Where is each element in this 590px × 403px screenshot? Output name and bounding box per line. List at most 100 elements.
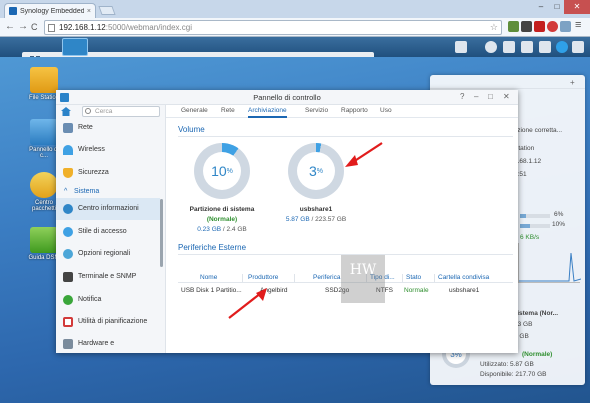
volume-usage-donut: 3%: [288, 143, 344, 199]
desktop-icon-label: Centro pacchetti: [31, 200, 56, 212]
forward-button[interactable]: →: [18, 22, 28, 32]
sidebar-item-sicurezza[interactable]: Sicurezza: [56, 162, 160, 184]
column-divider: [242, 274, 243, 282]
browser-tab[interactable]: Synology Embedded Data ×: [4, 3, 96, 18]
sidebar-item-opzioni-regionali[interactable]: Opzioni regionali: [56, 243, 160, 265]
column-header-cartella[interactable]: Cartella condivisa: [438, 274, 489, 281]
sidebar-item-notifica[interactable]: Notifica: [56, 289, 160, 311]
reload-button[interactable]: C: [31, 22, 38, 32]
tab-rete[interactable]: Rete: [221, 105, 235, 118]
info-icon[interactable]: [556, 41, 568, 53]
sidebar: Cerca Rete Wireless Sicurezza ^ Sistema …: [56, 105, 166, 353]
sidebar-item-label: Stile di accesso: [78, 228, 127, 235]
palette-icon: [63, 227, 73, 237]
widget-text: Utilizzato: 5.87 GB: [480, 361, 534, 368]
wifi-icon: [63, 145, 73, 155]
browser-toolbar: ← → C 192.168.1.12:5000/webman/index.cgi…: [0, 18, 590, 37]
tab-archiviazione[interactable]: Archiviazione: [248, 105, 287, 118]
sidebar-item-rete[interactable]: Rete: [56, 117, 160, 139]
sidebar-item-hardware[interactable]: Hardware e: [56, 333, 160, 353]
volume-used: 5.87 GB: [285, 216, 310, 223]
sidebar-section-sistema[interactable]: ^ Sistema: [56, 186, 160, 198]
sidebar-item-wireless[interactable]: Wireless: [56, 139, 160, 161]
sidebar-item-label: Rete: [78, 124, 93, 131]
sidebar-item-utilita-pianificazione[interactable]: Utilità di pianificazione: [56, 311, 160, 333]
column-divider: [402, 274, 403, 282]
extension-icon[interactable]: [547, 21, 558, 32]
column-header-produttore[interactable]: Produttore: [248, 274, 278, 281]
watermark-logo: HW: [341, 255, 385, 303]
hardware-icon: [63, 339, 73, 349]
desktop-icon-label: Guida DSM: [28, 255, 60, 261]
volume-percent: 3%: [297, 152, 335, 190]
column-divider: [434, 274, 435, 282]
network-chart-line: [519, 252, 582, 282]
cpu-bar: [520, 214, 550, 218]
tab-rapporto[interactable]: Rapporto: [341, 105, 368, 118]
minimize-button[interactable]: –: [474, 92, 478, 102]
annotation-arrow: [345, 142, 383, 167]
window-titlebar[interactable]: Pannello di controllo ? – □ ✕: [56, 90, 518, 105]
extension-icon[interactable]: [560, 21, 571, 32]
package-icon: [30, 172, 58, 198]
volume-used: 0.23 GB: [197, 226, 222, 233]
user-icon[interactable]: [503, 41, 515, 53]
column-header-stato[interactable]: Stato: [406, 274, 421, 281]
sidebar-scrollbar[interactable]: [160, 199, 163, 267]
back-button[interactable]: ←: [5, 22, 15, 32]
sidebar-item-terminale-snmp[interactable]: Terminale e SNMP: [56, 266, 160, 288]
percent-symbol: %: [316, 167, 324, 175]
close-button[interactable]: ✕: [503, 92, 510, 102]
browser-menu-icon[interactable]: ≡: [575, 20, 581, 31]
taskbar-control-panel-button[interactable]: [62, 38, 88, 56]
column-header-nome[interactable]: Nome: [200, 274, 217, 281]
volume-total: 223.57 GB: [315, 216, 347, 223]
volume-total: 2.4 GB: [226, 226, 247, 233]
sidebar-item-label: Opzioni regionali: [78, 250, 131, 257]
network-icon: [63, 123, 73, 133]
extension-icon[interactable]: [534, 21, 545, 32]
download-icon[interactable]: [455, 41, 467, 53]
tab-close-icon[interactable]: ×: [87, 8, 91, 15]
maximize-button[interactable]: □: [488, 92, 493, 102]
tab-uso[interactable]: Uso: [380, 105, 392, 118]
window-close-button[interactable]: ✕: [564, 0, 590, 14]
home-icon[interactable]: [61, 107, 71, 116]
sidebar-item-label: Hardware e: [78, 340, 115, 347]
chevron-up-icon: ^: [64, 188, 68, 195]
volume-section-title: Volume: [178, 125, 205, 134]
chat-icon[interactable]: [485, 41, 497, 53]
widget-text: 6 KB/s: [520, 234, 540, 241]
control-panel-icon: [30, 119, 58, 145]
globe-icon: [63, 249, 73, 259]
widget-text: .168.1.12: [514, 158, 542, 165]
ram-bar: [520, 224, 550, 228]
column-header-periferica[interactable]: Periferica: [313, 274, 340, 281]
sidebar-item-stile-accesso[interactable]: Stile di accesso: [56, 221, 160, 243]
sidebar-item-centro-informazioni[interactable]: Centro informazioni: [56, 198, 160, 220]
network-chart: [518, 243, 582, 283]
sidebar-item-label: Wireless: [78, 146, 105, 153]
search-placeholder: Cerca: [95, 108, 113, 115]
options-icon[interactable]: [539, 41, 551, 53]
chat-icon: [63, 295, 73, 305]
desktop-icon-label: Pannello di c...: [29, 147, 59, 159]
percent-symbol: %: [226, 167, 233, 175]
help-button[interactable]: ?: [460, 92, 464, 102]
new-tab-button[interactable]: [98, 6, 116, 15]
sidebar-item-label: Sicurezza: [78, 169, 109, 176]
sidebar-item-label: Centro informazioni: [78, 205, 139, 212]
search-icon[interactable]: [521, 41, 533, 53]
tab-generale[interactable]: Generale: [181, 105, 208, 118]
extension-icon[interactable]: [521, 21, 532, 32]
volume-usage: 0.23 GB / 2.4 GB: [166, 226, 278, 233]
extension-icon[interactable]: [508, 21, 519, 32]
address-bar[interactable]: 192.168.1.12:5000/webman/index.cgi ☆: [44, 20, 502, 35]
control-panel-window: Pannello di controllo ? – □ ✕ Cerca Rete…: [56, 90, 518, 353]
widget-add-icon[interactable]: +: [570, 78, 575, 87]
folder-icon: [30, 67, 58, 93]
bookmark-star-icon[interactable]: ☆: [490, 21, 498, 34]
tab-servizio[interactable]: Servizio: [305, 105, 328, 118]
widgets-icon[interactable]: [572, 41, 584, 53]
search-input[interactable]: Cerca: [82, 106, 160, 117]
